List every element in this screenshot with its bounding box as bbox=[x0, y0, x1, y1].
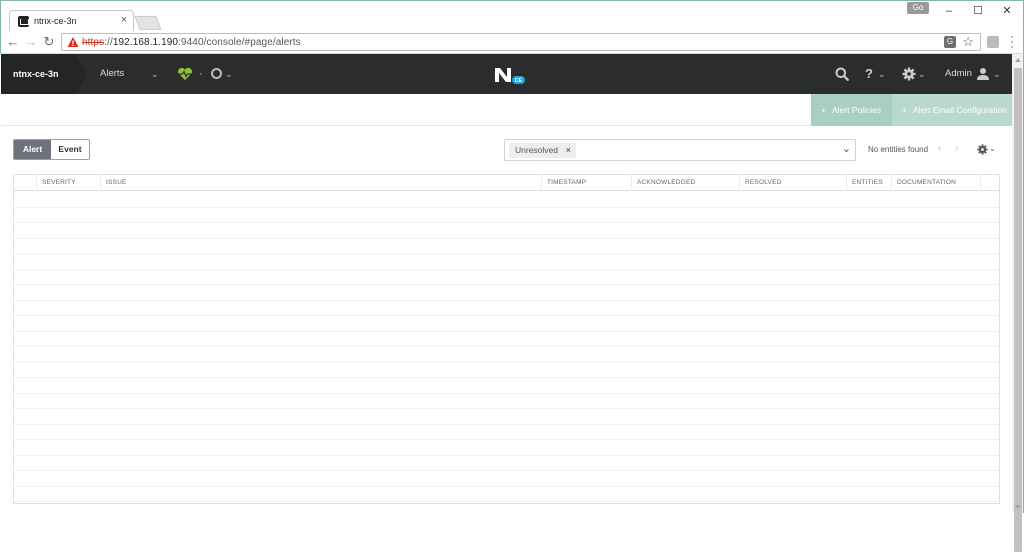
alert-policies-label: Alert Policies bbox=[831, 105, 882, 115]
table-row bbox=[14, 394, 999, 409]
address-bar[interactable]: https://192.168.1.190:9440/console/#page… bbox=[61, 33, 981, 51]
search-icon[interactable] bbox=[835, 67, 849, 81]
entity-count-status: No entities found bbox=[868, 145, 929, 154]
table-row bbox=[14, 456, 999, 471]
prev-page-icon[interactable]: ‹ bbox=[938, 143, 941, 154]
alerts-table: SEVERITY ISSUE TIMESTAMP ACKNOWLEDGED RE… bbox=[13, 174, 1000, 504]
table-row bbox=[14, 285, 999, 301]
chevron-down-icon[interactable]: ⌄ bbox=[842, 142, 851, 155]
browser-tabstrip: ntnx-ce-3n × Go – ☐ ✕ bbox=[0, 0, 1024, 32]
reload-icon[interactable]: ↻ bbox=[41, 33, 57, 51]
table-row bbox=[14, 487, 999, 502]
action-strip: + Alert Policies + Alert Email Configurati… bbox=[1, 94, 1012, 126]
nutanix-favicon-icon bbox=[18, 16, 29, 27]
alert-email-config-label: Alert Email Configuration bbox=[912, 105, 1007, 115]
table-row bbox=[14, 254, 999, 270]
alert-policies-button[interactable]: + Alert Policies bbox=[811, 94, 892, 126]
table-row bbox=[14, 440, 999, 456]
filter-input[interactable]: Unresolved × ⌄ bbox=[504, 139, 856, 161]
app-header: ntnx-ce-3n Alerts ⌄ ⌄ CE ? ⌄ ⌄ Admin ⌄ bbox=[1, 54, 1012, 94]
browser-tab[interactable]: ntnx-ce-3n × bbox=[9, 10, 134, 32]
forward-arrow-icon[interactable]: → bbox=[23, 33, 39, 51]
chip-remove-icon[interactable]: × bbox=[566, 143, 571, 158]
column-documentation[interactable]: DOCUMENTATION bbox=[891, 175, 980, 191]
filter-chip-label: Unresolved bbox=[515, 145, 558, 155]
column-entities[interactable]: ENTITIES bbox=[846, 175, 891, 191]
question-icon[interactable]: ? bbox=[865, 54, 873, 94]
plus-icon: + bbox=[902, 105, 907, 115]
next-page-icon[interactable]: › bbox=[955, 143, 958, 154]
table-row bbox=[14, 409, 999, 425]
new-tab-button[interactable] bbox=[134, 16, 162, 30]
separator-dot bbox=[200, 73, 202, 75]
table-header: SEVERITY ISSUE TIMESTAMP ACKNOWLEDGED RE… bbox=[14, 175, 999, 191]
user-name[interactable]: Admin bbox=[945, 54, 972, 94]
table-row bbox=[14, 208, 999, 223]
table-row bbox=[14, 301, 999, 316]
cluster-arrow-shape bbox=[75, 54, 87, 94]
minimize-icon[interactable]: – bbox=[941, 3, 957, 19]
chevron-down-icon[interactable]: ⌄ bbox=[225, 54, 233, 94]
url-host: 192.168.1.190 bbox=[112, 37, 179, 48]
alert-event-toggle: Alert Event bbox=[13, 139, 90, 160]
tab-close-icon[interactable]: × bbox=[121, 14, 127, 26]
toggle-alert[interactable]: Alert bbox=[14, 140, 51, 159]
table-row bbox=[14, 378, 999, 394]
browser-menu-icon[interactable]: · · · bbox=[1009, 30, 1015, 52]
column-timestamp[interactable]: TIMESTAMP bbox=[541, 175, 631, 191]
table-row bbox=[14, 192, 999, 208]
chevron-down-icon[interactable]: ⌄ bbox=[918, 54, 926, 94]
browser-toolbar: ← → ↻ https://192.168.1.190:9440/console… bbox=[0, 30, 1024, 54]
chevron-down-icon[interactable]: ⌄ bbox=[151, 54, 159, 94]
user-icon[interactable] bbox=[976, 67, 990, 81]
table-row bbox=[14, 347, 999, 363]
plus-icon: + bbox=[821, 105, 826, 115]
column-issue[interactable]: ISSUE bbox=[100, 175, 541, 191]
gear-icon[interactable] bbox=[902, 67, 916, 81]
not-secure-warning-icon[interactable] bbox=[67, 36, 79, 48]
table-row bbox=[14, 363, 999, 378]
scroll-down-icon[interactable] bbox=[1015, 505, 1021, 509]
logo-badge: CE bbox=[515, 78, 523, 84]
bookmark-star-icon[interactable]: ☆ bbox=[962, 34, 974, 50]
toggle-event[interactable]: Event bbox=[51, 140, 89, 159]
table-row bbox=[14, 270, 999, 285]
url-text: https://192.168.1.190:9440/console/#page… bbox=[82, 37, 301, 48]
translate-icon[interactable]: G bbox=[944, 36, 956, 48]
table-row bbox=[14, 425, 999, 440]
table-settings-gear-icon[interactable] bbox=[977, 144, 988, 155]
table-row bbox=[14, 239, 999, 254]
table-row bbox=[14, 471, 999, 487]
table-row bbox=[14, 223, 999, 239]
circle-tasks-icon[interactable] bbox=[211, 68, 222, 79]
heart-pulse-icon[interactable] bbox=[177, 67, 193, 81]
profile-badge[interactable]: Go bbox=[907, 2, 929, 14]
scroll-up-icon[interactable] bbox=[1015, 58, 1021, 62]
page-scrollbar[interactable] bbox=[1012, 54, 1024, 552]
alert-email-config-button[interactable]: + Alert Email Configuration bbox=[892, 94, 1012, 126]
filter-chip: Unresolved × bbox=[509, 143, 576, 158]
chevron-down-icon[interactable]: ⌄ bbox=[989, 144, 996, 153]
cluster-name[interactable]: ntnx-ce-3n bbox=[1, 54, 75, 94]
back-arrow-icon[interactable]: ← bbox=[5, 33, 21, 51]
chevron-down-icon[interactable]: ⌄ bbox=[993, 54, 1001, 94]
table-row bbox=[14, 332, 999, 347]
scrollbar-thumb[interactable] bbox=[1014, 68, 1022, 552]
column-acknowledged[interactable]: ACKNOWLEDGED bbox=[631, 175, 739, 191]
maximize-icon[interactable]: ☐ bbox=[970, 3, 986, 19]
page-menu-label[interactable]: Alerts bbox=[100, 54, 124, 94]
table-row bbox=[14, 316, 999, 332]
column-resolved[interactable]: RESOLVED bbox=[739, 175, 846, 191]
extension-icon[interactable] bbox=[987, 36, 999, 48]
url-protocol: https bbox=[82, 37, 105, 48]
column-severity[interactable]: SEVERITY bbox=[36, 175, 100, 191]
chevron-down-icon[interactable]: ⌄ bbox=[878, 54, 886, 94]
window-close-icon[interactable]: ✕ bbox=[999, 3, 1015, 19]
tab-title: ntnx-ce-3n bbox=[34, 16, 77, 26]
column-filler bbox=[980, 175, 999, 191]
url-path: :9440/console/#page/alerts bbox=[178, 37, 301, 48]
nutanix-logo: CE bbox=[495, 68, 525, 84]
select-column-header[interactable] bbox=[14, 175, 36, 191]
